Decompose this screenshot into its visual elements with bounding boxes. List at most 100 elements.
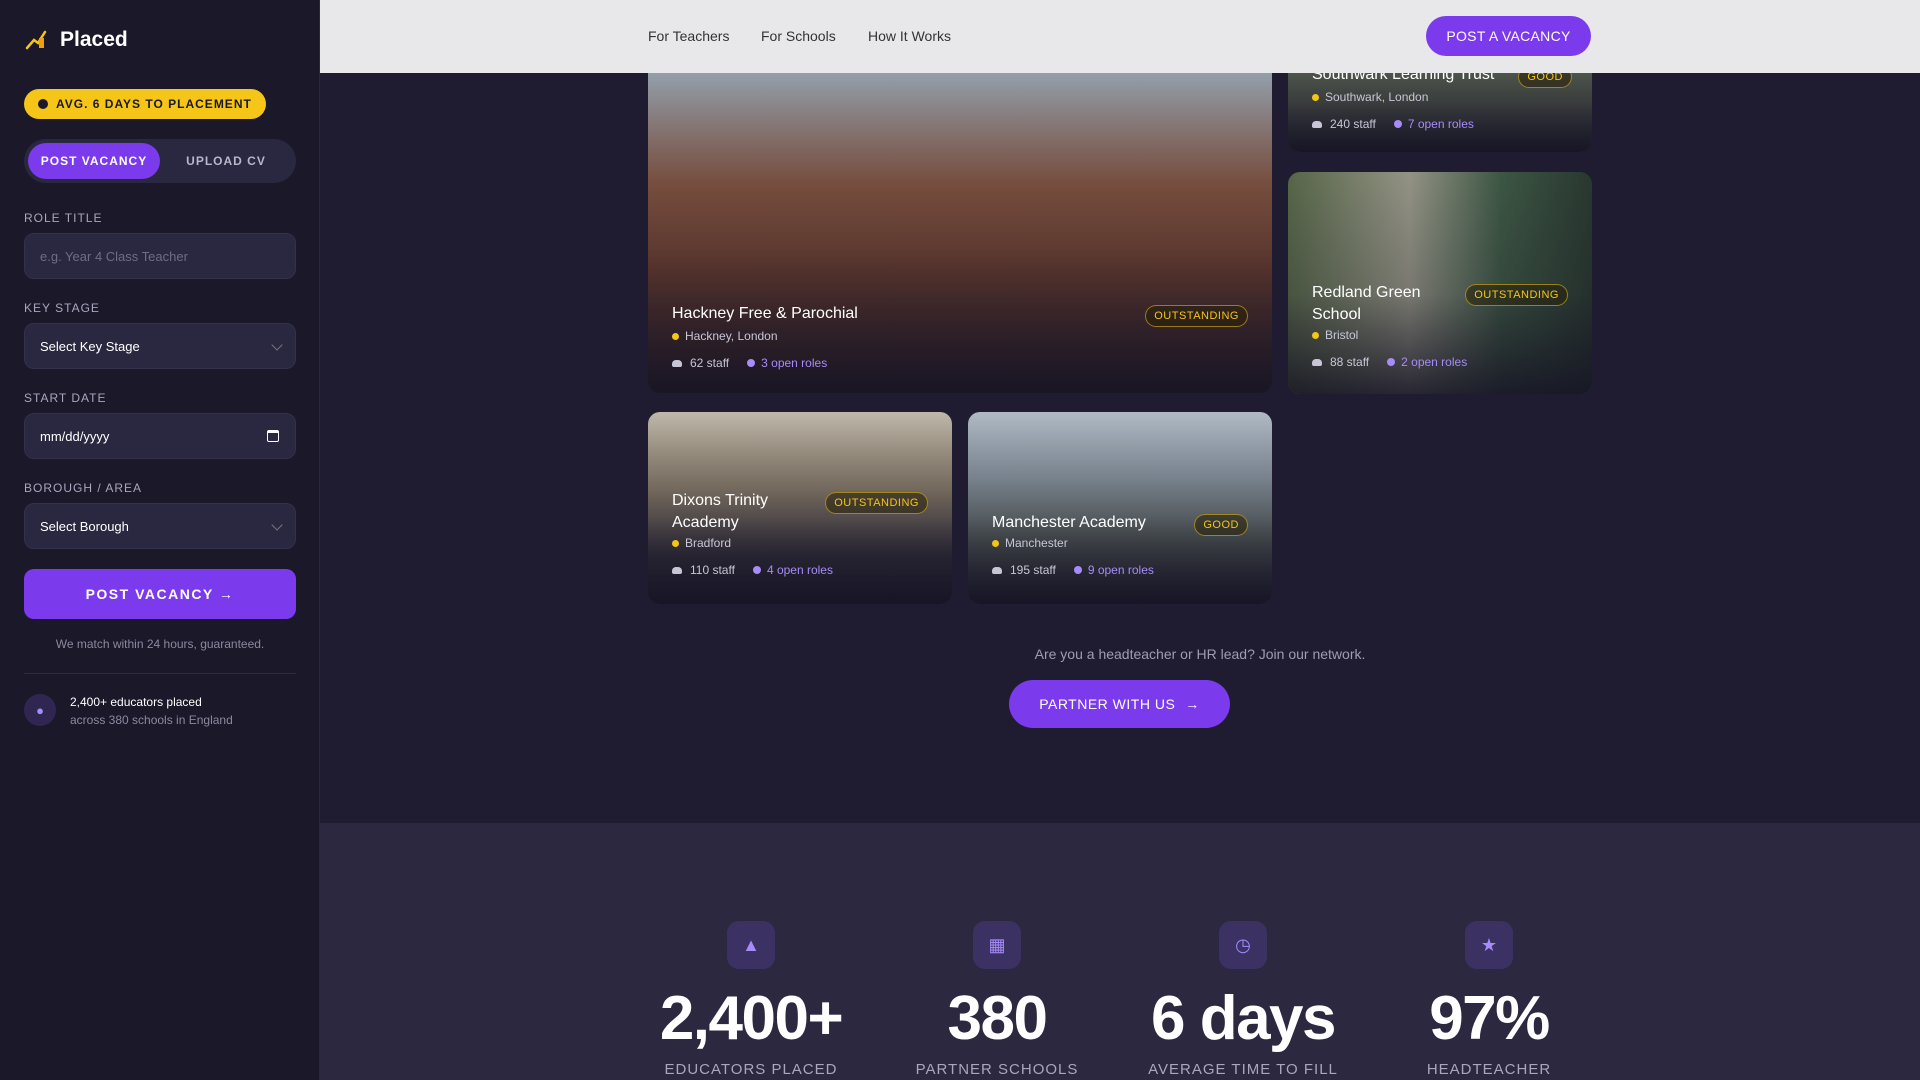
role-title-input[interactable]: e.g. Year 4 Class Teacher (24, 233, 296, 279)
staff-icon (1312, 358, 1322, 366)
chevron-down-icon (271, 339, 283, 351)
stats-section: ▲ 2,400+ EDUCATORS PLACED ▦ 380 PARTNER … (320, 823, 1920, 1080)
post-vacancy-nav-button[interactable]: POST A VACANCY (1426, 16, 1591, 56)
staff-count: 240 staff (1330, 117, 1376, 131)
dot-icon (1387, 358, 1396, 366)
school-stats: 240 staff 7 open roles (1312, 117, 1474, 131)
borough-value: Select Borough (40, 518, 129, 534)
rating-badge: OUTSTANDING (1465, 284, 1568, 306)
school-name: Manchester Academy (992, 514, 1146, 531)
start-date-input[interactable]: mm/dd/yyyy (24, 413, 296, 459)
open-roles[interactable]: 3 open roles (747, 356, 827, 370)
staff-icon (1312, 120, 1322, 128)
rating-badge: OUTSTANDING (1145, 305, 1248, 327)
location-text: Manchester (1005, 536, 1068, 550)
school-location: Manchester (992, 536, 1068, 550)
stat-schools: ▦ 380 PARTNER SCHOOLS (877, 921, 1117, 1078)
staff-count: 195 staff (1010, 563, 1056, 577)
tab-upload-cv[interactable]: UPLOAD CV (160, 143, 292, 179)
stat-label: HEADTEACHER (1426, 1061, 1552, 1078)
social-proof-title: 2,400+ educators placed (70, 695, 202, 709)
location-text: Bristol (1325, 328, 1359, 342)
clock-icon (38, 99, 48, 109)
roles-text: 7 open roles (1407, 117, 1474, 131)
school-location: Southwark, London (1312, 90, 1428, 104)
borough-select[interactable]: Select Borough (24, 503, 296, 549)
school-stats: 195 staff 9 open roles (992, 563, 1154, 577)
school-stats: 62 staff 3 open roles (672, 356, 827, 370)
top-nav: For Teachers For Schools How It Works PO… (320, 0, 1920, 73)
key-stage-select[interactable]: Select Key Stage (24, 323, 296, 369)
school-stats: 110 staff 4 open roles (672, 563, 833, 577)
location-pin-icon (1312, 331, 1319, 339)
partner-prompt: Are you a headteacher or HR lead? Join o… (1034, 646, 1366, 662)
location-pin-icon (992, 539, 999, 547)
school-card[interactable]: Redland Green School OUTSTANDING Bristol… (1288, 172, 1592, 394)
building-icon: ▦ (973, 921, 1021, 969)
school-card[interactable]: Hackney Free & Parochial OUTSTANDING Hac… (648, 73, 1272, 393)
partner-button[interactable]: PARTNER WITH US → (1009, 680, 1230, 728)
post-vacancy-button[interactable]: POST VACANCY → (24, 569, 296, 619)
nav-for-teachers[interactable]: For Teachers (648, 28, 729, 44)
roles-text: 3 open roles (761, 356, 828, 370)
mode-toggle: POST VACANCY UPLOAD CV (24, 139, 296, 183)
school-name: Redland Green School (1312, 284, 1421, 323)
roles-text: 4 open roles (766, 563, 833, 577)
graduation-cap-icon: ▲ (727, 921, 775, 969)
arrow-right-icon: → (1185, 696, 1200, 712)
key-stage-label: KEY STAGE (24, 301, 100, 315)
school-location: Bradford (672, 536, 731, 550)
card-overlay (648, 73, 1272, 393)
dot-icon (752, 566, 761, 574)
nav-for-schools[interactable]: For Schools (761, 28, 836, 44)
app-name: Placed (60, 28, 128, 51)
divider (24, 673, 296, 674)
stat-headteacher: ★ 97% HEADTEACHER (1369, 921, 1609, 1078)
stat-value: 380 (947, 984, 1048, 1053)
staff-count: 88 staff (1330, 355, 1370, 369)
stat-time: ◷ 6 days AVERAGE TIME TO FILL (1123, 921, 1363, 1078)
rating-badge: OUTSTANDING (825, 492, 928, 514)
location-text: Bradford (685, 536, 732, 550)
location-pin-icon (672, 332, 679, 340)
stat-label: EDUCATORS PLACED (664, 1061, 838, 1078)
placement-time-badge: AVG. 6 DAYS TO PLACEMENT (24, 89, 266, 119)
brand[interactable]: Placed (24, 0, 295, 80)
stat-value: 2,400+ (659, 984, 844, 1053)
staff-icon (672, 359, 682, 367)
stat-value: 6 days (1150, 984, 1337, 1053)
location-pin-icon (672, 539, 679, 547)
logo-icon (25, 30, 47, 50)
school-location: Bristol (1312, 328, 1358, 342)
open-roles[interactable]: 7 open roles (1393, 117, 1474, 131)
school-card[interactable]: Dixons Trinity Academy OUTSTANDING Bradf… (648, 412, 952, 604)
stat-label: AVERAGE TIME TO FILL (1148, 1061, 1338, 1078)
dot-icon (1073, 566, 1082, 574)
social-proof: ● 2,400+ educators placed across 380 sch… (24, 694, 295, 727)
school-stats: 88 staff 2 open roles (1312, 355, 1467, 369)
badge-text: AVG. 6 DAYS TO PLACEMENT (56, 97, 252, 111)
stat-label: PARTNER SCHOOLS (915, 1061, 1079, 1078)
calendar-icon[interactable] (267, 430, 279, 442)
guarantee-text: We match within 24 hours, guaranteed. (55, 637, 265, 651)
location-text: Southwark, London (1325, 90, 1429, 104)
social-proof-subtitle: across 380 schools in England (70, 713, 233, 727)
nav-how-it-works[interactable]: How It Works (868, 28, 951, 44)
staff-icon (992, 566, 1002, 574)
staff-icon (672, 566, 682, 574)
school-card[interactable]: Manchester Academy GOOD Manchester 195 s… (968, 412, 1272, 604)
open-roles[interactable]: 4 open roles (752, 563, 833, 577)
sidebar: Placed AVG. 6 DAYS TO PLACEMENT POST VAC… (0, 0, 320, 1080)
staff-count: 62 staff (690, 356, 730, 370)
school-location: Hackney, London (672, 329, 778, 343)
tab-post-vacancy[interactable]: POST VACANCY (28, 143, 160, 179)
location-text: Hackney, London (685, 329, 778, 343)
start-date-label: START DATE (24, 391, 107, 405)
borough-label: BOROUGH / AREA (24, 481, 143, 495)
dot-icon (747, 359, 756, 367)
start-date-value: mm/dd/yyyy (40, 428, 110, 444)
open-roles[interactable]: 9 open roles (1073, 563, 1154, 577)
roles-text: 9 open roles (1087, 563, 1154, 577)
open-roles[interactable]: 2 open roles (1387, 355, 1467, 369)
stat-value: 97% (1429, 984, 1550, 1053)
